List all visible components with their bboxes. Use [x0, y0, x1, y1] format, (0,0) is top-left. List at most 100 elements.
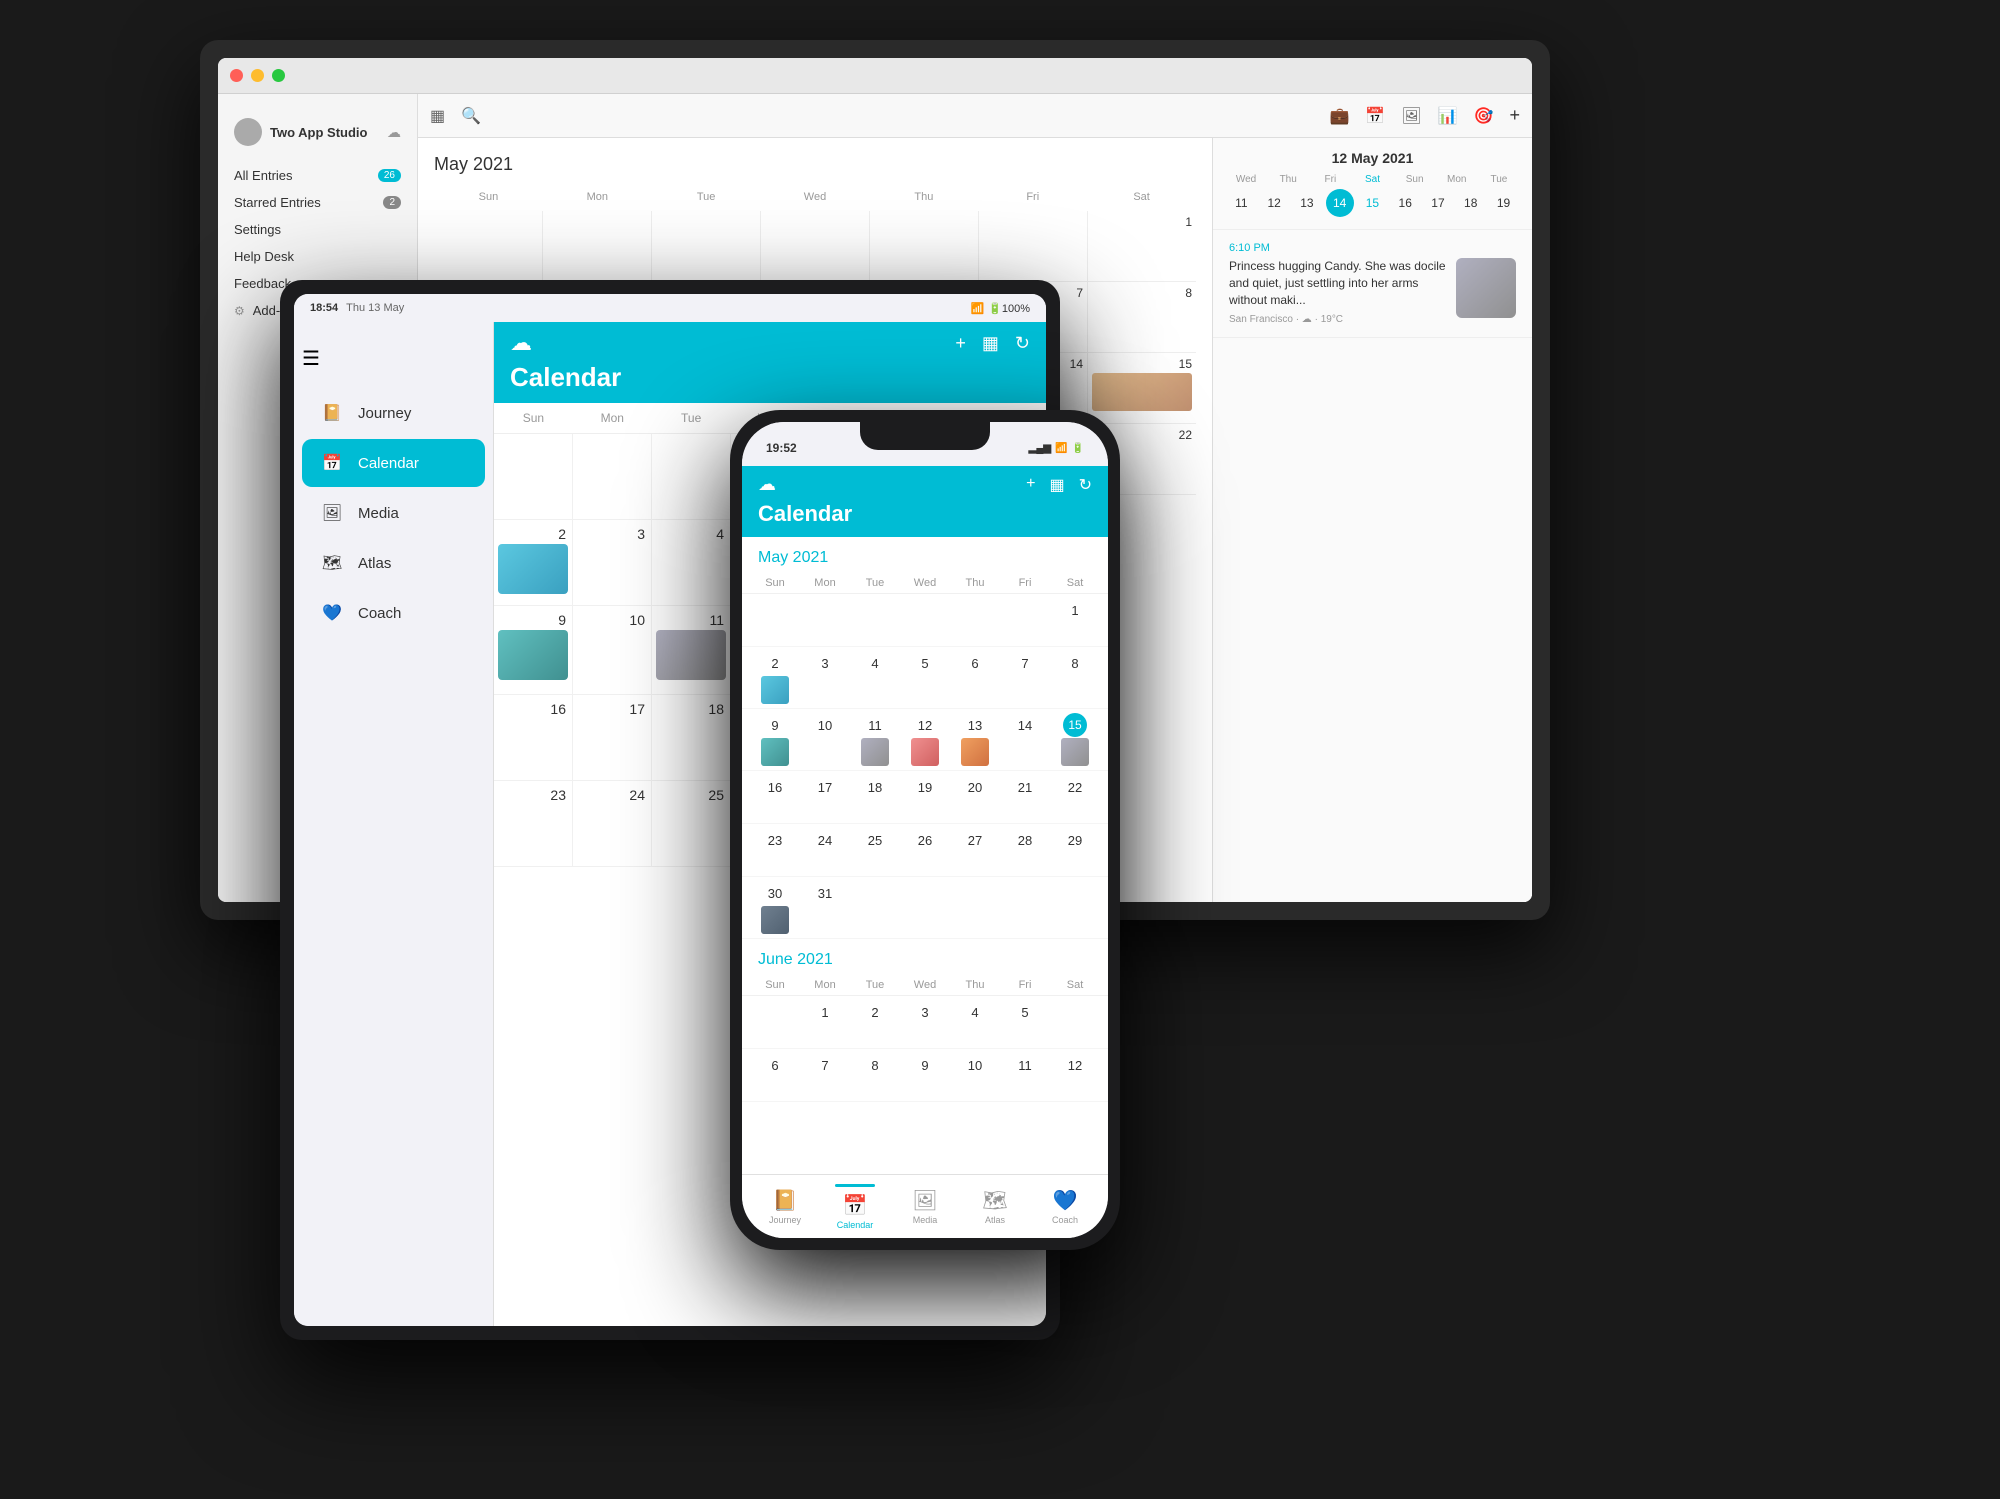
ipad-cal-cell-16[interactable]: 16 [494, 695, 573, 780]
sidebar-item-helpdesk[interactable]: Help Desk [218, 243, 417, 270]
ipad-cal-cell-17[interactable]: 17 [573, 695, 652, 780]
iphone-cell-empty[interactable] [1000, 877, 1050, 938]
tab-media[interactable]: 🖼 Media [890, 1188, 960, 1225]
iphone-cell-26[interactable]: 26 [900, 824, 950, 876]
target-icon[interactable]: 🎯 [1474, 106, 1494, 126]
iphone-june-cell-8[interactable]: 8 [850, 1049, 900, 1101]
iphone-june-cell-5[interactable]: 5 [1000, 996, 1050, 1048]
calendar-icon[interactable]: 📅 [1365, 106, 1385, 126]
cal-cell[interactable] [870, 211, 979, 281]
iphone-cell-13[interactable]: 13 [950, 709, 1000, 770]
iphone-cell[interactable] [800, 594, 850, 646]
mini-date-today[interactable]: 14 [1326, 189, 1354, 217]
iphone-june-cell-3[interactable]: 3 [900, 996, 950, 1048]
iphone-cell-empty[interactable] [1050, 877, 1100, 938]
close-button[interactable] [230, 69, 243, 82]
iphone-cell[interactable] [1000, 594, 1050, 646]
cal-cell[interactable] [761, 211, 870, 281]
cal-cell-8[interactable]: 8 [1088, 282, 1196, 352]
iphone-cell-19[interactable]: 19 [900, 771, 950, 823]
iphone-june-cell-12[interactable]: 12 [1050, 1049, 1100, 1101]
sidebar-item-settings[interactable]: Settings [218, 216, 417, 243]
ipad-sidebar-item-coach[interactable]: 💙 Coach [302, 589, 485, 637]
ipad-sidebar-item-atlas[interactable]: 🗺 Atlas [302, 539, 485, 587]
ipad-sidebar-item-journey[interactable]: 📔 Journey [302, 389, 485, 437]
iphone-cell-6[interactable]: 6 [950, 647, 1000, 708]
mini-date[interactable]: 13 [1293, 189, 1321, 217]
mini-date[interactable]: 17 [1424, 189, 1452, 217]
iphone-cell-21[interactable]: 21 [1000, 771, 1050, 823]
iphone-cell-25[interactable]: 25 [850, 824, 900, 876]
iphone-cell-31[interactable]: 31 [800, 877, 850, 938]
add-icon[interactable]: + [955, 333, 966, 354]
briefcase-icon[interactable]: 💼 [1329, 106, 1349, 126]
mini-date[interactable]: 15 [1358, 189, 1386, 217]
iphone-cell-3[interactable]: 3 [800, 647, 850, 708]
iphone-june-cell-4[interactable]: 4 [950, 996, 1000, 1048]
iphone-june-cell-11[interactable]: 11 [1000, 1049, 1050, 1101]
iphone-cell-22[interactable]: 22 [1050, 771, 1100, 823]
cal-cell[interactable] [543, 211, 652, 281]
cal-cell-15[interactable]: 15 [1088, 353, 1196, 423]
iphone-cell-10[interactable]: 10 [800, 709, 850, 770]
tab-calendar[interactable]: 📅 Calendar [820, 1184, 890, 1230]
iphone-cell-1[interactable]: 1 [1050, 594, 1100, 646]
ipad-cal-cell-18[interactable]: 18 [652, 695, 731, 780]
iphone-cell[interactable] [950, 594, 1000, 646]
mini-date[interactable]: 16 [1391, 189, 1419, 217]
ipad-cal-cell-3[interactable]: 3 [573, 520, 652, 605]
iphone-add-icon[interactable]: + [1026, 475, 1035, 495]
ipad-cal-cell-9[interactable]: 9 [494, 606, 573, 694]
iphone-june-cell[interactable] [750, 996, 800, 1048]
iphone-cell-27[interactable]: 27 [950, 824, 1000, 876]
iphone-cell-28[interactable]: 28 [1000, 824, 1050, 876]
iphone-grid-icon[interactable]: ▦ [1049, 475, 1064, 495]
iphone-content[interactable]: May 2021 Sun Mon Tue Wed Thu Fri Sat 1 [742, 537, 1108, 1174]
iphone-cell-16[interactable]: 16 [750, 771, 800, 823]
iphone-cell-29[interactable]: 29 [1050, 824, 1100, 876]
iphone-june-cell-9[interactable]: 9 [900, 1049, 950, 1101]
sync-icon[interactable]: ↻ [1015, 333, 1030, 354]
sidebar-item-all-entries[interactable]: All Entries 26 [218, 162, 417, 189]
iphone-june-cell-7[interactable]: 7 [800, 1049, 850, 1101]
iphone-cell-17[interactable]: 17 [800, 771, 850, 823]
iphone-cell-18[interactable]: 18 [850, 771, 900, 823]
ipad-cal-cell[interactable] [494, 434, 573, 519]
iphone-cell-4[interactable]: 4 [850, 647, 900, 708]
add-entry-icon[interactable]: + [1509, 105, 1520, 126]
iphone-cell-8[interactable]: 8 [1050, 647, 1100, 708]
iphone-cell-5[interactable]: 5 [900, 647, 950, 708]
search-icon[interactable]: 🔍 [461, 106, 481, 126]
iphone-cell-30[interactable]: 30 [750, 877, 800, 938]
ipad-sidebar-item-media[interactable]: 🖼 Media [302, 489, 485, 537]
cal-cell[interactable] [652, 211, 761, 281]
tab-coach[interactable]: 💙 Coach [1030, 1188, 1100, 1225]
mini-date[interactable]: 18 [1457, 189, 1485, 217]
cal-cell[interactable] [434, 211, 543, 281]
cal-cell-1[interactable]: 1 [1088, 211, 1196, 281]
iphone-cell-2[interactable]: 2 [750, 647, 800, 708]
sidebar-menu-icon[interactable]: ☰ [302, 346, 320, 371]
iphone-june-cell-empty[interactable] [1050, 996, 1100, 1048]
fullscreen-button[interactable] [272, 69, 285, 82]
sidebar-toggle-icon[interactable]: ▦ [430, 106, 445, 126]
ipad-cal-cell[interactable] [573, 434, 652, 519]
iphone-cell-12[interactable]: 12 [900, 709, 950, 770]
iphone-cell-7[interactable]: 7 [1000, 647, 1050, 708]
iphone-cell[interactable] [750, 594, 800, 646]
tab-journey[interactable]: 📔 Journey [750, 1188, 820, 1225]
iphone-cell-14[interactable]: 14 [1000, 709, 1050, 770]
iphone-cell-23[interactable]: 23 [750, 824, 800, 876]
mini-date[interactable]: 11 [1227, 189, 1255, 217]
ipad-cal-cell-4[interactable]: 4 [652, 520, 731, 605]
iphone-cell-15[interactable]: 15 [1050, 709, 1100, 770]
tab-atlas[interactable]: 🗺 Atlas [960, 1188, 1030, 1225]
ipad-cal-cell-23[interactable]: 23 [494, 781, 573, 866]
mini-date[interactable]: 12 [1260, 189, 1288, 217]
ipad-cal-cell-2[interactable]: 2 [494, 520, 573, 605]
grid-icon[interactable]: ▦ [982, 333, 999, 354]
media-icon[interactable]: 🖼 [1401, 106, 1421, 126]
cal-cell[interactable] [979, 211, 1088, 281]
ipad-cal-cell-24[interactable]: 24 [573, 781, 652, 866]
iphone-cell[interactable] [850, 594, 900, 646]
